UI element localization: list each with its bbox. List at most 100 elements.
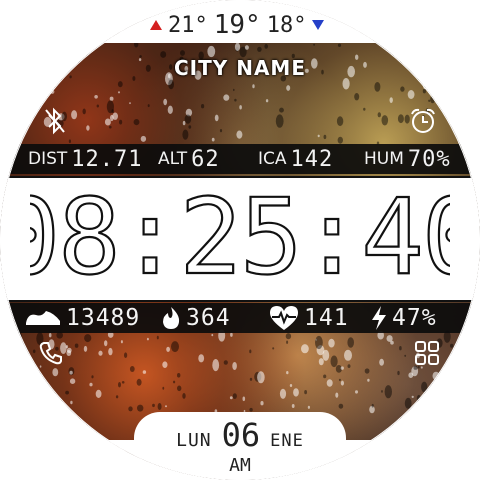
- droplet: [212, 359, 220, 372]
- droplet: [286, 340, 289, 344]
- droplet: [177, 373, 181, 378]
- humidity-value: 70%: [407, 146, 451, 172]
- digital-time[interactable]: 08:25:40: [0, 180, 480, 294]
- droplet: [115, 395, 119, 399]
- droplet: [338, 403, 344, 409]
- droplet: [432, 371, 440, 381]
- droplet: [408, 372, 414, 379]
- date-row[interactable]: LUN 06 ENE: [134, 416, 346, 454]
- droplet: [234, 42, 241, 52]
- droplet: [152, 403, 155, 408]
- droplet: [69, 370, 73, 375]
- droplet: [242, 396, 246, 402]
- altitude-stat[interactable]: ALT 62: [158, 144, 220, 174]
- droplet: [117, 81, 123, 88]
- bluetooth-off-icon[interactable]: [40, 106, 70, 136]
- droplet: [471, 84, 480, 95]
- droplet: [223, 360, 228, 365]
- am-pm-indicator: AM: [229, 455, 251, 476]
- droplet: [163, 98, 168, 106]
- city-name[interactable]: CITY NAME: [0, 56, 480, 80]
- droplet: [106, 100, 114, 114]
- droplet: [89, 382, 93, 387]
- droplet: [162, 361, 168, 369]
- droplet: [301, 344, 309, 354]
- time-digits: 08:25:40: [30, 189, 450, 285]
- droplet: [340, 366, 344, 370]
- droplet: [264, 44, 269, 49]
- droplet: [137, 404, 144, 412]
- droplet: [173, 380, 176, 384]
- humidity-stat[interactable]: HUM 70%: [364, 144, 451, 174]
- droplet: [446, 369, 452, 379]
- droplet: [291, 404, 295, 408]
- droplet: [265, 99, 269, 103]
- flame-icon: [163, 307, 180, 329]
- droplet: [313, 43, 315, 46]
- battery-stat[interactable]: 47%: [370, 303, 437, 333]
- droplet: [367, 378, 370, 382]
- droplet: [328, 338, 335, 348]
- droplet: [307, 405, 310, 409]
- droplet: [214, 114, 219, 122]
- droplet: [461, 131, 469, 143]
- droplet: [129, 102, 131, 105]
- droplet: [363, 107, 366, 111]
- droplet: [249, 377, 253, 381]
- droplet: [304, 390, 307, 395]
- droplet: [167, 105, 173, 115]
- humidity-label: HUM: [364, 149, 404, 169]
- droplet: [407, 90, 415, 99]
- day-of-month: 06: [221, 416, 261, 454]
- high-temp-arrow-icon: [150, 20, 162, 30]
- droplet: [140, 135, 147, 142]
- droplet: [416, 394, 421, 402]
- droplet: [91, 375, 94, 379]
- phone-icon[interactable]: [36, 338, 66, 368]
- droplet: [86, 125, 90, 131]
- droplet: [211, 137, 215, 142]
- droplet: [404, 397, 412, 409]
- droplet: [233, 88, 235, 92]
- altitude-value: 62: [191, 146, 220, 172]
- steps-value: 13489: [66, 305, 141, 331]
- droplet: [109, 125, 112, 129]
- droplet: [229, 396, 233, 400]
- apps-grid-icon[interactable]: [412, 338, 442, 368]
- heart-rate-stat[interactable]: 141: [268, 303, 349, 333]
- droplet: [119, 119, 123, 125]
- droplet: [177, 385, 182, 392]
- droplet: [11, 90, 17, 97]
- air-quality-stat[interactable]: ICA 142: [258, 144, 333, 174]
- droplet: [68, 139, 71, 143]
- droplet: [377, 112, 381, 118]
- droplet: [285, 333, 292, 340]
- air-quality-value: 142: [290, 146, 334, 172]
- droplet: [315, 335, 323, 350]
- calories-value: 364: [186, 305, 231, 331]
- droplet: [452, 122, 457, 127]
- droplet: [118, 91, 120, 94]
- droplet: [142, 370, 147, 374]
- droplet: [318, 358, 324, 366]
- droplet: [400, 86, 405, 92]
- distance-stat[interactable]: DIST 12.71: [28, 144, 143, 174]
- droplet: [374, 82, 381, 92]
- droplet: [330, 355, 338, 368]
- droplet: [182, 393, 186, 399]
- steps-stat[interactable]: 13489: [24, 303, 140, 333]
- droplet: [317, 134, 320, 138]
- droplet: [230, 332, 233, 337]
- droplet: [182, 120, 186, 126]
- droplet: [452, 355, 459, 365]
- droplet: [340, 380, 344, 386]
- calories-stat[interactable]: 364: [160, 303, 231, 333]
- current-temp: 19°: [213, 10, 261, 40]
- droplet: [65, 345, 69, 349]
- alarm-clock-icon[interactable]: [408, 106, 438, 136]
- weekday: LUN: [176, 430, 212, 451]
- droplet: [236, 130, 243, 139]
- droplet: [171, 341, 179, 353]
- droplet: [275, 114, 284, 128]
- droplet: [336, 116, 344, 127]
